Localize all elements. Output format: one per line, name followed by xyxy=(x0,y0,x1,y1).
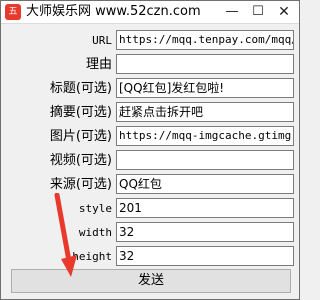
url-label: URL xyxy=(92,34,112,47)
url-row: URL https://mqq.tenpay.com/mqq/hongbao/ xyxy=(1,29,299,53)
arrow-annotation-icon xyxy=(54,193,77,277)
source-row: 来源(可选) QQ红包 xyxy=(1,173,299,197)
url-field[interactable]: https://mqq.tenpay.com/mqq/hongbao/ xyxy=(116,30,294,50)
image-label: 图片(可选) xyxy=(49,129,112,144)
minimize-button[interactable]: — xyxy=(219,1,245,23)
reason-row: 理由 xyxy=(1,53,299,77)
summary-row: 摘要(可选) 赶紧点击拆开吧 xyxy=(1,101,299,125)
height-field[interactable]: 32 xyxy=(116,246,294,266)
arrow-head xyxy=(61,255,77,277)
video-label: 视频(可选) xyxy=(49,153,112,168)
summary-field[interactable]: 赶紧点击拆开吧 xyxy=(116,102,294,122)
title-field[interactable]: [QQ红包]发红包啦! xyxy=(116,78,294,98)
style-field[interactable]: 201 xyxy=(116,198,294,218)
reason-field[interactable] xyxy=(116,54,294,74)
video-row: 视频(可选) xyxy=(1,149,299,173)
style-row: style 201 xyxy=(1,197,299,221)
title-row: 标题(可选) [QQ红包]发红包啦! xyxy=(1,77,299,101)
height-row: height 32 xyxy=(1,245,299,269)
width-row: width 32 xyxy=(1,221,299,245)
style-label: style xyxy=(78,202,112,215)
summary-label: 摘要(可选) xyxy=(49,105,112,120)
maximize-button[interactable]: ☐ xyxy=(245,1,271,23)
app-window: 五 大师娱乐网 www.52czn.com — ☐ ✕ URL https://… xyxy=(0,0,300,300)
title-bar[interactable]: 五 大师娱乐网 www.52czn.com — ☐ ✕ xyxy=(1,1,299,24)
title-label: 标题(可选) xyxy=(49,81,112,96)
width-label: width xyxy=(78,226,112,239)
reason-label: 理由 xyxy=(85,57,112,72)
arrow-shaft xyxy=(54,193,72,264)
video-field[interactable] xyxy=(116,150,294,170)
image-field[interactable]: https://mqq-imgcache.gtimg.cn/res/ xyxy=(116,126,294,146)
image-row: 图片(可选) https://mqq-imgcache.gtimg.cn/res… xyxy=(1,125,299,149)
app-icon: 五 xyxy=(5,4,21,20)
source-field[interactable]: QQ红包 xyxy=(116,174,294,194)
width-field[interactable]: 32 xyxy=(116,222,294,242)
close-button[interactable]: ✕ xyxy=(271,1,297,23)
window-title: 大师娱乐网 www.52czn.com xyxy=(26,4,201,19)
